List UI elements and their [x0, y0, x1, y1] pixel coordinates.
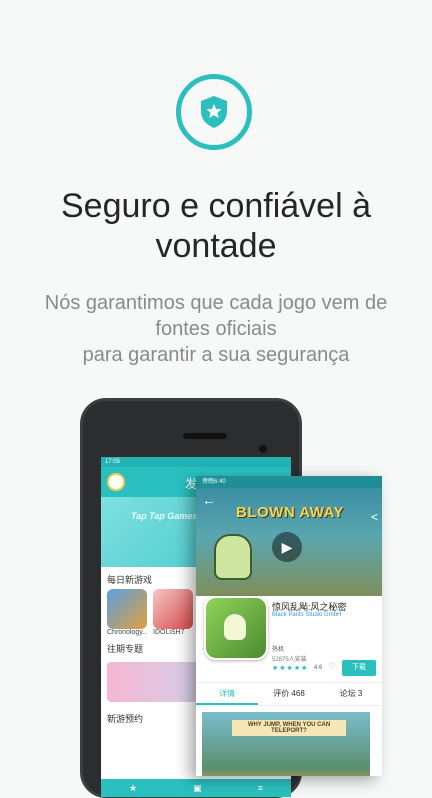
banner-text: Tap Tap Games [131, 511, 198, 521]
game-screenshot: WHY JUMP, WHEN YOU CAN TELEPORT? [202, 712, 370, 776]
status-bar: 17:05 [101, 457, 291, 467]
app-meta-1: 热机 [272, 647, 285, 653]
status-time: 傍晚6:40 [202, 479, 226, 485]
game-name: IDOLiSH7 [153, 629, 185, 636]
phone-speaker [183, 433, 227, 439]
back-arrow-icon: ← [202, 492, 216, 508]
game-icon [107, 589, 147, 629]
play-icon: ▶ [272, 532, 302, 562]
app-icon [204, 596, 268, 660]
nav-gift-icon: ▣ [193, 782, 202, 793]
app-icon-character [224, 614, 246, 640]
phone-camera [259, 445, 267, 453]
game-character [214, 534, 252, 580]
status-time: 17:05 [105, 459, 121, 465]
tab-reviews: 评价 468 [273, 689, 305, 698]
tab-forum: 论坛 3 [339, 689, 363, 698]
download-button: 下载 [342, 660, 376, 676]
shield-badge [176, 74, 252, 150]
subtitle-line-3: para garantir a sua segurança [82, 344, 350, 366]
page-title: Seguro e confiável à vontade [0, 186, 432, 266]
game-item: Chronology... [107, 589, 147, 636]
app-info: 惊风乱飐:风之秘密 Black Pants Studio GmbH 热机 528… [196, 596, 382, 682]
rating-value: 4.6 [314, 665, 323, 671]
game-video-banner: ← < BLOWN AWAY ▶ [196, 488, 382, 596]
nav-home-icon: ★ [129, 782, 138, 793]
subtitle-line-2: fontes oficiais [155, 318, 277, 340]
nav-list-icon: ≡ [257, 783, 263, 793]
heart-icon: ♡ [328, 661, 337, 671]
title-text: Seguro e confiável à vontade [61, 187, 371, 265]
phone-front-screen: 傍晚6:40 ← < BLOWN AWAY ▶ 惊风乱飐:风之秘密 Black … [196, 476, 382, 776]
game-name: Chronology... [107, 629, 147, 636]
developer-name: Black Pants Studio GmbH [272, 612, 342, 618]
avatar [107, 473, 125, 491]
game-icon [153, 589, 193, 629]
game-item: IDOLiSH7 [153, 589, 193, 636]
game-banner-title: BLOWN AWAY [236, 504, 345, 521]
page-subtitle: Nós garantimos que cada jogo vem de font… [0, 290, 432, 368]
app-tabs: 详情 评价 468 论坛 3 [196, 682, 382, 706]
subtitle-line-1: Nós garantimos que cada jogo vem de [44, 292, 388, 314]
screenshot-caption: WHY JUMP, WHEN YOU CAN TELEPORT? [232, 720, 346, 736]
app-meta-2: 52875人安装 [272, 657, 307, 663]
status-bar: 傍晚6:40 [196, 476, 382, 488]
screenshot-strip: WHY JUMP, WHEN YOU CAN TELEPORT? [196, 706, 382, 776]
tab-details: 详情 [196, 683, 258, 705]
shield-star-icon [201, 96, 227, 128]
rating-stars: ★★★★★ [272, 665, 309, 672]
share-icon: < [370, 510, 378, 524]
bottom-nav: ★ ▣ ≡ [101, 779, 291, 797]
